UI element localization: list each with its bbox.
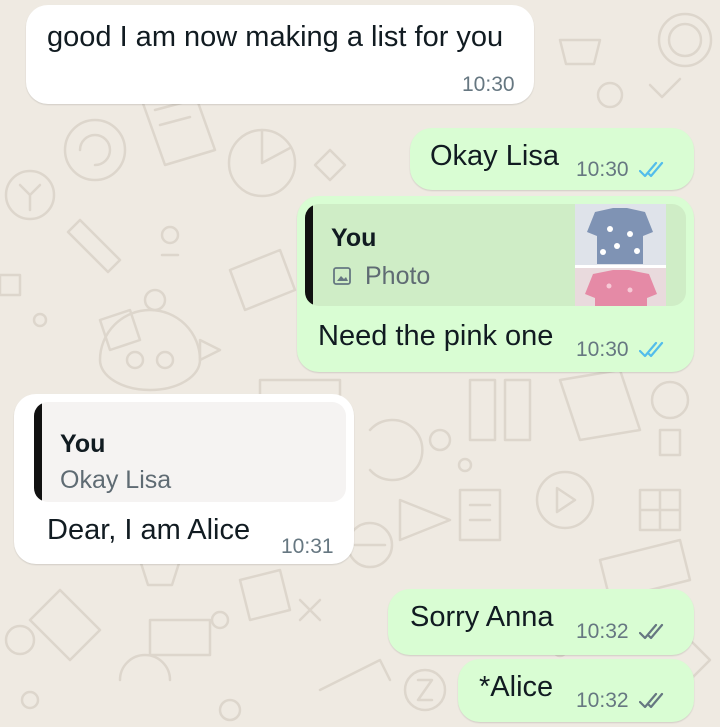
read-ticks-icon: [639, 161, 664, 178]
outgoing-message[interactable]: *Alice 10:32: [458, 659, 694, 722]
incoming-message[interactable]: You Okay Lisa Dear, I am Alice 10:31: [14, 394, 354, 564]
quote-author: You: [60, 430, 106, 458]
photo-icon: [333, 267, 351, 285]
message-time: 10:30: [462, 73, 515, 96]
quote-text: Okay Lisa: [60, 466, 172, 494]
photo-thumbnail: [575, 204, 666, 306]
message-text: Need the pink one: [318, 320, 554, 352]
message-text: good I am now making a list for you: [47, 21, 504, 53]
message-text: *Alice: [479, 671, 554, 703]
message-text: Dear, I am Alice: [47, 514, 251, 546]
clothing-photo-icon: [575, 204, 666, 306]
read-ticks-icon: [639, 341, 664, 358]
delivered-ticks-icon: [639, 623, 664, 640]
quote-accent-bar: [34, 402, 42, 502]
message-text: Sorry Anna: [410, 601, 554, 633]
message-time: 10:32: [576, 689, 629, 712]
quote-author: You: [331, 224, 377, 252]
outgoing-message[interactable]: Okay Lisa 10:30: [410, 128, 694, 190]
delivered-ticks-icon: [639, 692, 664, 709]
message-time: 10:31: [281, 535, 334, 558]
outgoing-message[interactable]: You Photo Need the pink one 10:30: [297, 196, 694, 372]
message-time: 10:30: [576, 338, 629, 361]
message-time: 10:30: [576, 158, 629, 181]
quoted-reply[interactable]: You Okay Lisa: [34, 402, 346, 502]
quoted-reply[interactable]: You Photo: [305, 204, 686, 306]
message-text: Okay Lisa: [430, 140, 559, 172]
incoming-message[interactable]: good I am now making a list for you 10:3…: [26, 5, 534, 104]
quote-text: Photo: [365, 262, 431, 290]
quote-accent-bar: [305, 204, 313, 306]
outgoing-message[interactable]: Sorry Anna 10:32: [388, 589, 694, 655]
message-time: 10:32: [576, 620, 629, 643]
